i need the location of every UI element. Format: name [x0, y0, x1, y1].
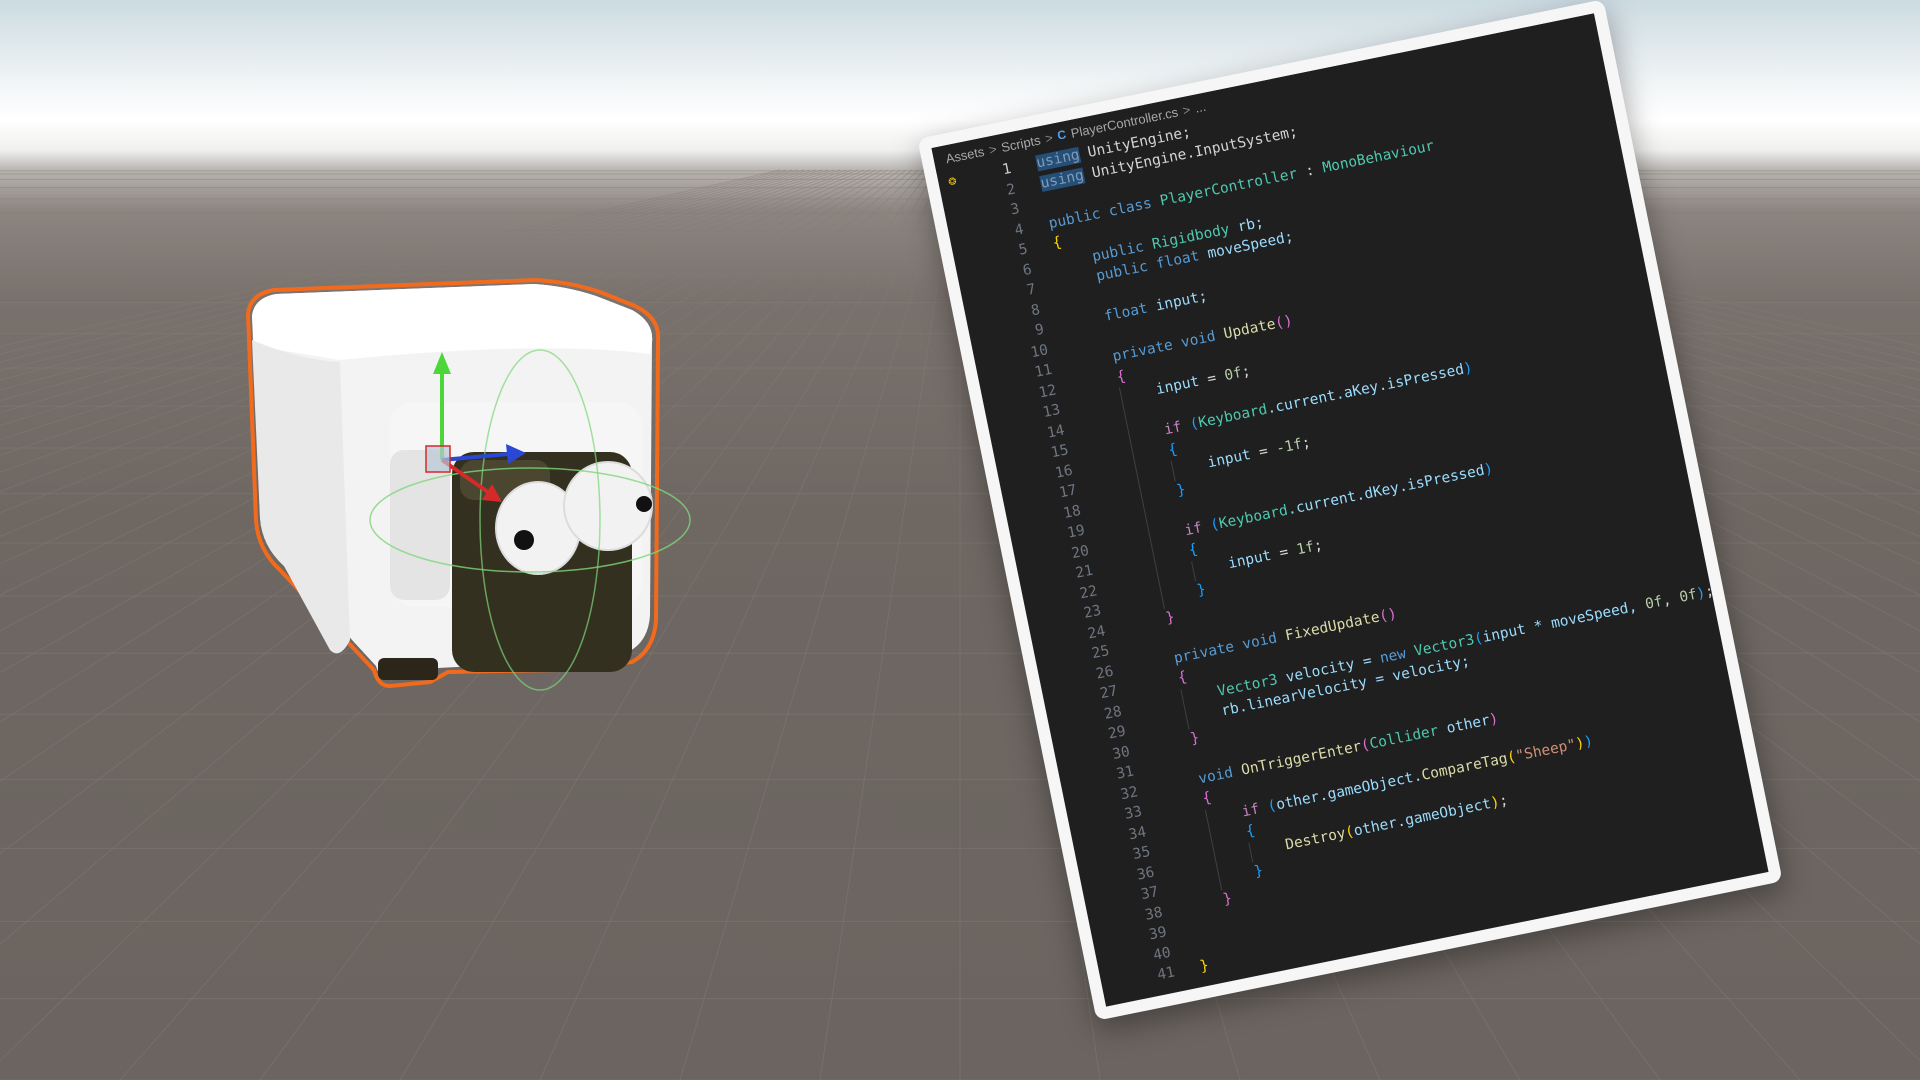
sheep-character[interactable] — [240, 270, 820, 850]
breadcrumb-separator: > — [1043, 129, 1055, 146]
csharp-file-icon: C — [1056, 127, 1068, 143]
code-token: void — [1179, 328, 1218, 352]
code-token: () — [1377, 605, 1399, 625]
code-token: void — [1197, 764, 1235, 787]
breadcrumb-separator: > — [1181, 101, 1192, 118]
code-token: { — [1187, 541, 1200, 559]
code-token: ; — [1240, 363, 1252, 381]
code-token: { — [1051, 234, 1064, 252]
breadcrumb-item-assets[interactable]: Assets — [944, 143, 985, 165]
sheep-body-side-shade — [252, 340, 350, 654]
pupil-right — [636, 496, 652, 512]
code-token: { — [1115, 367, 1128, 386]
code-token: = — [1197, 368, 1227, 390]
code-token: = — [1249, 441, 1278, 463]
code-token: () — [1273, 312, 1295, 332]
code-token: } — [1252, 862, 1265, 881]
code-token: : — [1295, 160, 1325, 182]
code-token: } — [1188, 729, 1201, 747]
code-token: -1f — [1274, 436, 1304, 458]
breadcrumb-item-scripts[interactable]: Scripts — [1000, 132, 1042, 155]
gizmo-center-cube[interactable] — [425, 445, 451, 473]
code-token: } — [1164, 608, 1177, 627]
code-token: } — [1221, 890, 1234, 908]
grid-line — [819, 169, 955, 1080]
sheep-leg — [378, 658, 438, 680]
code-token: { — [1176, 669, 1189, 687]
code-token: = — [1269, 542, 1299, 563]
code-token: ) — [1582, 732, 1595, 751]
code-token: ) — [1487, 710, 1500, 728]
code-token: ; — [1497, 791, 1510, 810]
code-token: ; — [1703, 582, 1716, 601]
code-token: ) — [1462, 359, 1475, 378]
code-token: } — [1175, 481, 1187, 499]
code-token: ) — [1482, 460, 1495, 478]
code-token: { — [1166, 440, 1179, 459]
code-token: } — [1198, 957, 1211, 975]
sheep-body-top — [252, 284, 653, 360]
code-token: } — [1195, 581, 1208, 599]
code-token: void — [1240, 629, 1279, 653]
code-token: { — [1244, 822, 1257, 841]
code-token: ; — [1300, 434, 1313, 453]
breadcrumb-separator: > — [987, 140, 998, 158]
code-token: { — [1201, 789, 1213, 808]
breadcrumb-item-more[interactable]: ... — [1194, 98, 1208, 115]
pupil-left — [514, 530, 534, 550]
code-token: new — [1378, 645, 1408, 667]
code-token: ; — [1312, 536, 1325, 555]
